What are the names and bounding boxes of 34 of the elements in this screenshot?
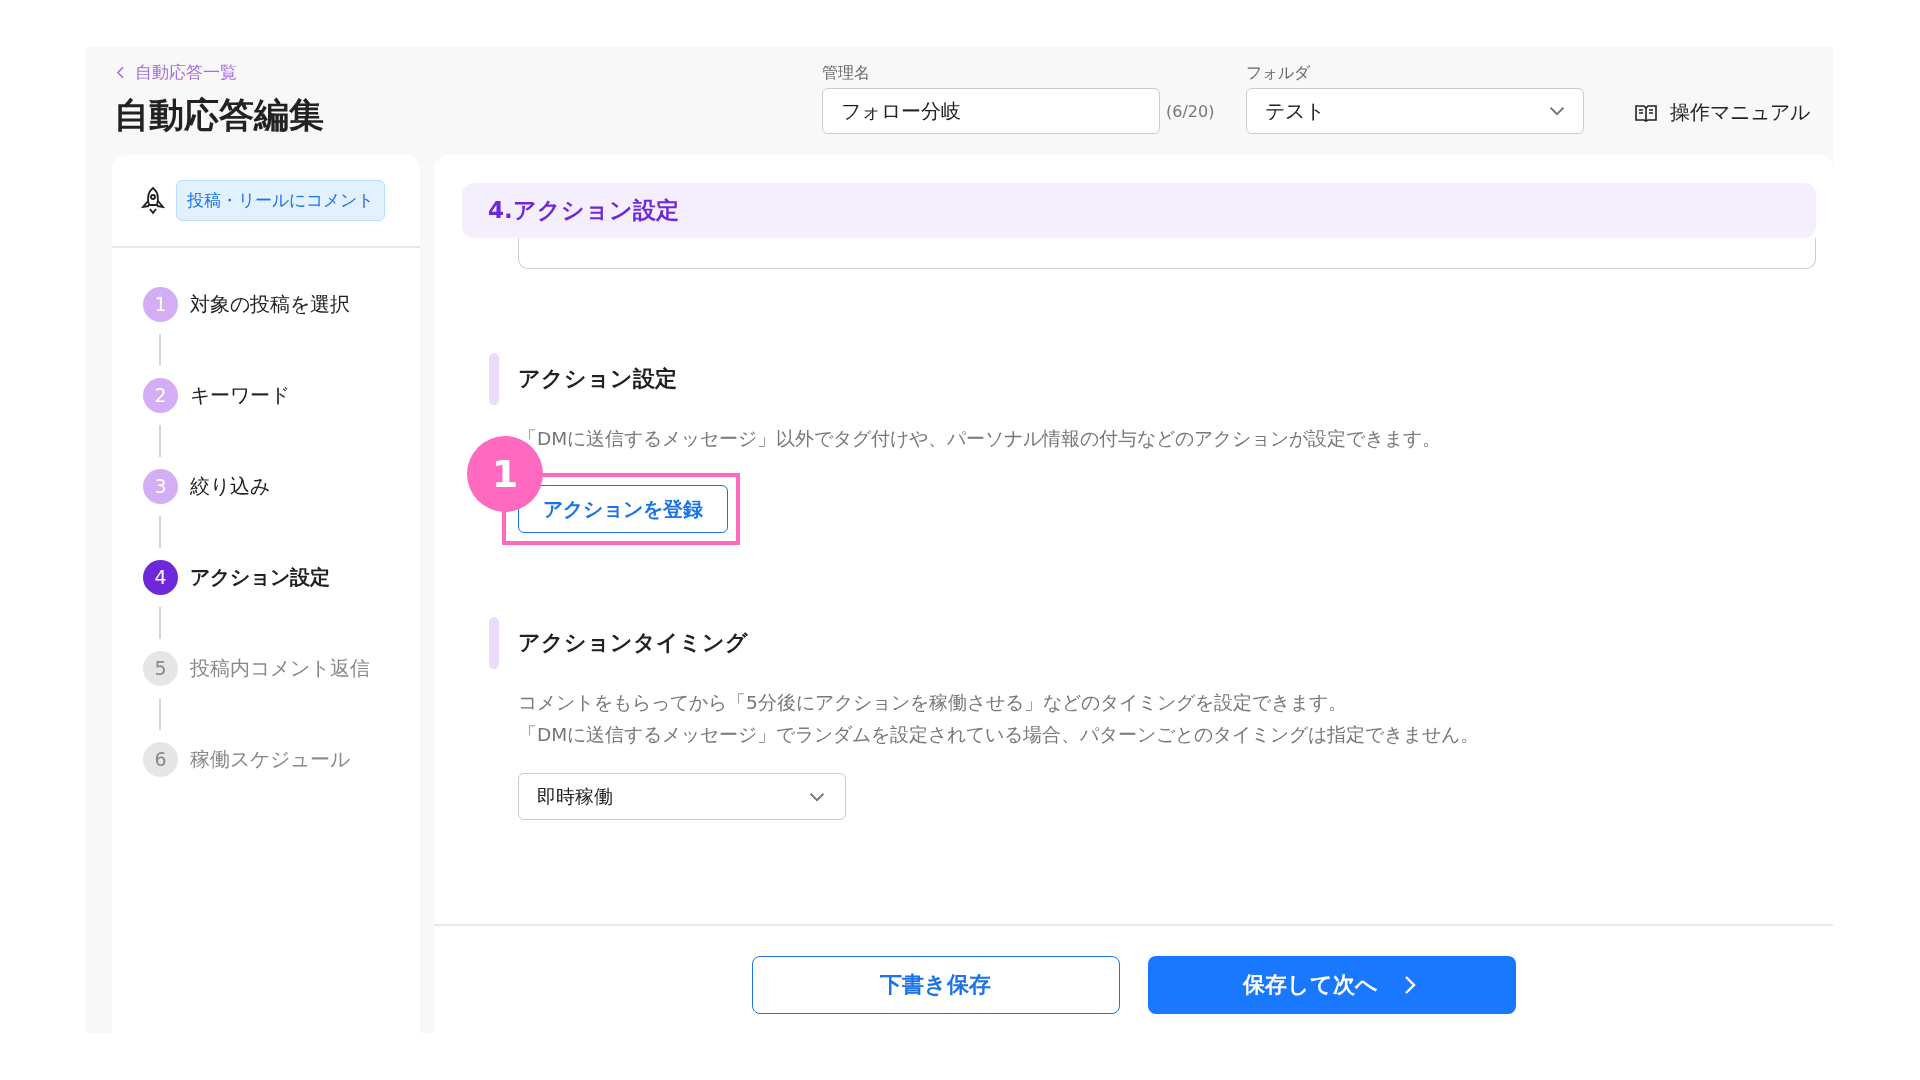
description-text: 「DMに送信するメッセージ」でランダムを設定されている場合、パターンごとのタイミングは指定できません。 [518,723,1481,747]
step-number: 2 [143,377,178,413]
rocket-icon [140,185,166,216]
step-number: 6 [143,741,178,777]
step-number: 1 [143,286,178,322]
step-label[interactable]: アクション設定 [190,563,330,591]
step-label[interactable]: 絞り込み [190,472,270,500]
book-icon [1634,102,1659,123]
draft-save-button[interactable]: 下書き保存 [751,956,1120,1014]
manual-link[interactable]: 操作マニュアル [1634,99,1811,126]
step-number: 4 [143,559,178,595]
step-label[interactable]: 対象の投稿を選択 [190,290,350,318]
field-label: フォルダ [1246,63,1312,84]
field-label: 管理名 [822,63,871,84]
page-title: 自動応答編集 [114,94,325,137]
section-marker [489,617,499,669]
trigger-tag: 投稿・リールにコメント [176,180,385,221]
timing-select[interactable]: 即時稼働 [518,773,846,820]
step-number: 5 [143,650,178,686]
step-number: 3 [143,468,178,504]
description-text: コメントをもらってから「5分後にアクションを稼働させる」などのタイミングを設定できます。 [518,691,1348,715]
section-title: アクションタイミング [518,629,748,657]
register-action-button[interactable]: アクションを登録 [518,485,728,533]
section-title: アクション設定 [518,365,677,393]
character-counter: (6/20) [1166,101,1215,121]
back-link[interactable]: 自動応答一覧 [114,61,237,84]
save-next-button[interactable]: 保存して次へ [1147,956,1516,1014]
step-label[interactable]: キーワード [190,381,290,409]
section-marker [489,353,499,405]
section-header: 4.アクション設定 [462,183,1816,238]
name-input-field[interactable]: フォロー分岐 [822,88,1160,134]
step-label[interactable]: 投稿内コメント返信 [190,654,370,682]
step-label[interactable]: 稼働スケジュール [190,745,350,773]
folder-select[interactable]: テスト [1246,88,1585,134]
